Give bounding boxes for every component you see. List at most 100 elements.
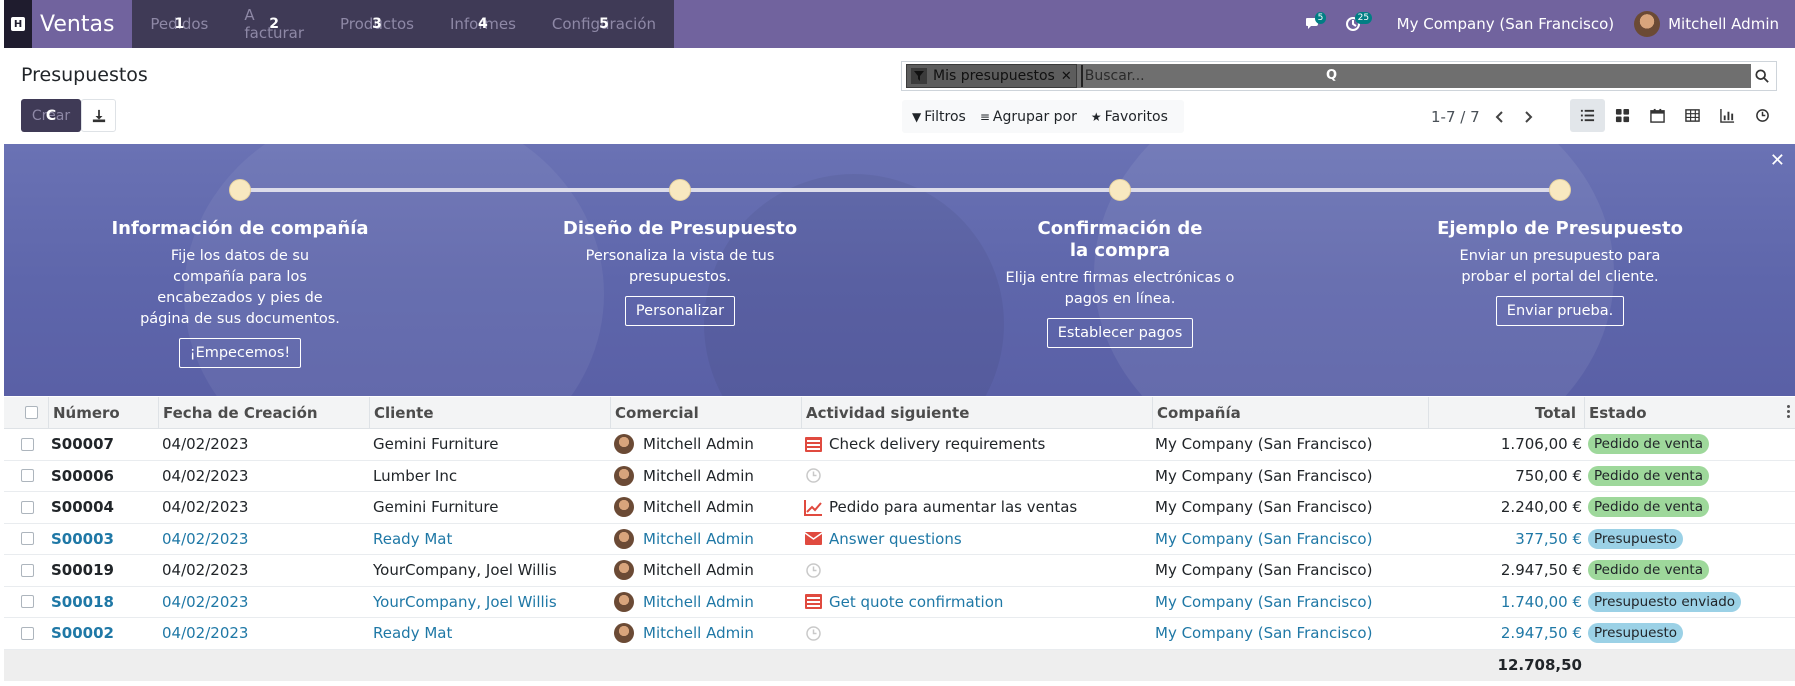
next-activity[interactable]: Check delivery requirements — [804, 429, 1149, 460]
order-number[interactable]: S00002 — [51, 618, 156, 649]
next-activity[interactable] — [804, 461, 1149, 492]
client-name: Lumber Inc — [373, 466, 458, 485]
filters-dropdown[interactable]: ▼ Filtros — [908, 109, 976, 125]
clock-icon[interactable] — [804, 561, 823, 580]
step-button[interactable]: Enviar prueba. — [1495, 296, 1625, 326]
filters-label: Filtros — [924, 108, 966, 125]
groupby-dropdown[interactable]: ≡ Agrupar por — [976, 109, 1087, 125]
order-number[interactable]: S00004 — [51, 492, 156, 523]
next-activity[interactable]: Get quote confirmation — [804, 587, 1149, 618]
favorites-dropdown[interactable]: ★ Favoritos — [1087, 109, 1178, 125]
pager-next[interactable] — [1514, 110, 1542, 123]
step-button[interactable]: ¡Empecemos! — [178, 338, 302, 368]
table-row[interactable]: S00018 04/02/2023 YourCompany, Joel Willis… — [4, 587, 1795, 618]
row-checkbox[interactable] — [21, 500, 34, 514]
header-company[interactable]: Compañía — [1152, 397, 1422, 428]
apps-menu-button[interactable]: H — [4, 0, 33, 48]
optional-columns-icon[interactable] — [1787, 405, 1791, 420]
activity-summary: Answer questions — [829, 529, 962, 548]
order-number[interactable]: S00006 — [51, 461, 156, 492]
row-select-cell — [21, 555, 41, 586]
task-list-icon[interactable] — [804, 592, 823, 611]
header-activity[interactable]: Actividad siguiente — [801, 397, 1146, 428]
search-input[interactable] — [1080, 65, 1301, 87]
search-icon — [1755, 69, 1769, 83]
step-button[interactable]: Personalizar — [624, 296, 736, 326]
table-row[interactable]: S00006 04/02/2023 Lumber Inc Mitchell Admin… — [4, 461, 1795, 492]
row-checkbox[interactable] — [21, 626, 34, 640]
search-button[interactable] — [1752, 66, 1772, 86]
order-number[interactable]: S00003 — [51, 524, 156, 555]
row-checkbox[interactable] — [21, 595, 34, 609]
table-row[interactable]: S00007 04/02/2023 Gemini Furniture Mitchell… — [4, 429, 1795, 461]
messages-button[interactable]: 5 — [1297, 0, 1329, 48]
table-row[interactable]: S00019 04/02/2023 YourCompany, Joel Willis… — [4, 555, 1795, 587]
row-checkbox[interactable] — [21, 563, 34, 577]
salesperson: Mitchell Admin — [614, 429, 799, 460]
quotations-table: Número Fecha de Creación Cliente Comerci… — [4, 397, 1795, 681]
next-activity[interactable] — [804, 555, 1149, 586]
next-activity[interactable] — [804, 618, 1149, 649]
user-menu[interactable]: Mitchell Admin — [1634, 11, 1795, 37]
graph-view-button[interactable] — [1710, 99, 1745, 132]
shortcut-badge: 5 — [599, 16, 609, 32]
creation-date: 04/02/2023 — [162, 435, 249, 454]
star-icon: ★ — [1090, 109, 1102, 124]
step-button[interactable]: Establecer pagos — [1046, 318, 1194, 348]
order-number[interactable]: S00018 — [51, 587, 156, 618]
envelope-icon[interactable] — [804, 529, 823, 548]
kanban-view-button[interactable] — [1605, 99, 1640, 132]
header-total[interactable]: Total — [1428, 397, 1580, 428]
order-number[interactable]: S00019 — [51, 555, 156, 586]
clock-icon[interactable] — [804, 624, 823, 643]
table-row[interactable]: S00003 04/02/2023 Ready Mat Mitchell Admin A… — [4, 524, 1795, 555]
search-facet[interactable]: Mis presupuestos ✕ — [906, 64, 1077, 88]
activity-view-button[interactable] — [1745, 99, 1780, 132]
header-client[interactable]: Cliente — [369, 397, 599, 428]
calendar-view-button[interactable] — [1640, 99, 1675, 132]
menu-pedidos[interactable]: Pedidos 1 — [132, 0, 226, 48]
view-switcher — [1570, 99, 1780, 132]
row-checkbox[interactable] — [21, 437, 34, 451]
activities-button[interactable]: 25 — [1337, 0, 1373, 48]
company-switcher[interactable]: My Company (San Francisco) — [1377, 15, 1634, 33]
shortcut-badge: C — [45, 107, 57, 124]
bar-chart-icon — [1720, 108, 1735, 123]
table-row[interactable]: S00004 04/02/2023 Gemini Furniture Mitchell… — [4, 492, 1795, 524]
clock-icon[interactable] — [804, 466, 823, 485]
menu-informes[interactable]: Informes 4 — [432, 0, 534, 48]
list-view-button[interactable] — [1570, 99, 1605, 132]
pager-value[interactable]: 1-7 / 7 — [1431, 108, 1480, 126]
next-activity[interactable]: Pedido para aumentar las ventas — [804, 492, 1149, 523]
row-checkbox[interactable] — [21, 469, 34, 483]
select-all-checkbox[interactable] — [25, 406, 38, 419]
menu-configuracion[interactable]: Configuración 5 — [534, 0, 674, 48]
salesperson: Mitchell Admin — [614, 587, 799, 618]
onboarding-step-sample: Ejemplo de Presupuesto Enviar un presupu… — [1415, 218, 1705, 326]
app-brand[interactable]: Ventas — [32, 0, 133, 48]
status-badge: Presupuesto — [1588, 528, 1684, 549]
menu-a-facturar[interactable]: A facturar 2 — [226, 0, 322, 48]
header-date[interactable]: Fecha de Creación — [158, 397, 358, 428]
table-row[interactable]: S00002 04/02/2023 Ready Mat Mitchell Admin M… — [4, 618, 1795, 650]
company-name: My Company (San Francisco) — [1155, 561, 1373, 580]
creation-date: 04/02/2023 — [162, 466, 249, 485]
menu-productos[interactable]: Productos 3 — [322, 0, 432, 48]
order-number[interactable]: S00007 — [51, 429, 156, 460]
create-button[interactable]: Crear C — [21, 99, 81, 132]
export-button[interactable] — [81, 99, 116, 132]
close-icon[interactable]: ✕ — [1770, 150, 1785, 171]
header-salesperson[interactable]: Comercial — [610, 397, 795, 428]
step-title: Información de compañía — [111, 218, 369, 239]
trend-up-icon[interactable] — [804, 498, 823, 517]
step-title: Ejemplo de Presupuesto — [1437, 218, 1683, 239]
header-number[interactable]: Número — [48, 397, 153, 428]
pager-previous[interactable] — [1486, 110, 1514, 123]
salesperson: Mitchell Admin — [614, 555, 799, 586]
pivot-view-button[interactable] — [1675, 99, 1710, 132]
row-checkbox[interactable] — [21, 532, 34, 546]
header-state[interactable]: Estado — [1584, 397, 1784, 428]
remove-facet-icon[interactable]: ✕ — [1061, 69, 1072, 84]
task-list-icon[interactable] — [804, 435, 823, 454]
next-activity[interactable]: Answer questions — [804, 524, 1149, 555]
